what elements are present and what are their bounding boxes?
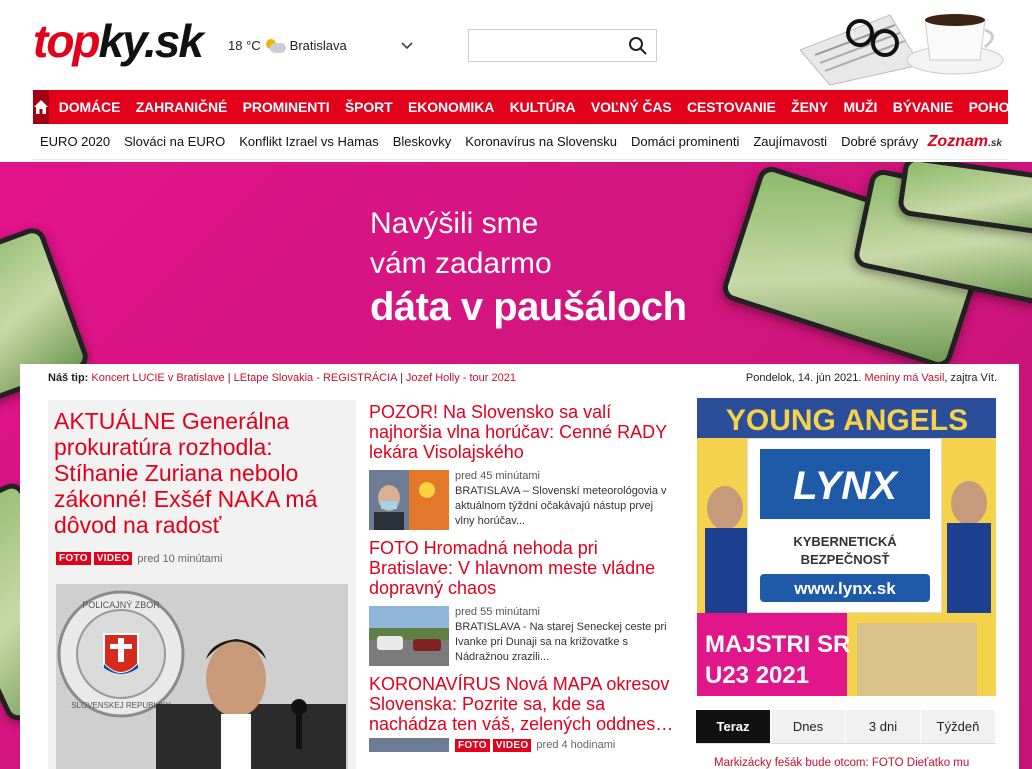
lead-article-photo[interactable]: POLICAJNÝ ZBOR SLOVENSKEJ REPUBLIKY bbox=[56, 584, 348, 769]
date-bar: Pondelok, 14. jún 2021. Meniny má Vasil,… bbox=[745, 372, 997, 384]
article-title[interactable]: POZOR! Na Slovensko sa valí najhoršia vl… bbox=[369, 402, 674, 462]
video-badge: VIDEO bbox=[492, 738, 532, 752]
content-area: Náš tip: Koncert LUCIE v Bratislave | LE… bbox=[20, 364, 1019, 769]
banner-text: Navýšili sme vám zadarmo dáta v paušáloc… bbox=[370, 207, 687, 329]
lynx-ad[interactable]: YOUNG ANGELS MAJSTRI SR U23 2021 LYNX KY… bbox=[697, 398, 996, 696]
most-read-tabs: Teraz Dnes 3 dni Týždeň bbox=[696, 710, 996, 744]
tips-bar: Náš tip: Koncert LUCIE v Bratislave | LE… bbox=[48, 372, 516, 384]
nav-item-cestovanie[interactable]: CESTOVANIE bbox=[679, 99, 783, 115]
nav-item-zeny[interactable]: ŽENY bbox=[783, 99, 835, 115]
home-button[interactable] bbox=[33, 90, 49, 124]
lead-article-title[interactable]: AKTUÁLNE Generálna prokuratúra rozhodla:… bbox=[54, 408, 352, 538]
topic-domaci-prominenti[interactable]: Domáci prominenti bbox=[624, 134, 746, 149]
topic-slovaci-na-euro[interactable]: Slováci na EURO bbox=[117, 134, 232, 149]
zoznam-logo[interactable]: Zoznam.sk bbox=[928, 133, 1002, 151]
tab-teraz[interactable]: Teraz bbox=[696, 710, 771, 743]
svg-text:U23 2021: U23 2021 bbox=[705, 662, 809, 689]
site-logo[interactable]: topky.sk bbox=[33, 14, 204, 68]
article-time: pred 4 hodinami bbox=[536, 739, 616, 751]
nav-item-kultura[interactable]: KULTÚRA bbox=[502, 99, 583, 115]
partly-cloudy-icon bbox=[264, 38, 286, 53]
search-icon[interactable] bbox=[628, 36, 648, 56]
article-perex: BRATISLAVA – Slovenskí meteorológovia v … bbox=[455, 485, 667, 527]
most-read-item[interactable]: Markizácky fešák bude otcom: FOTO Dieťat… bbox=[714, 757, 1002, 769]
article-thumbnail[interactable] bbox=[369, 606, 449, 666]
article-title[interactable]: KORONAVÍRUS Nová MAPA okresov Slovenska:… bbox=[369, 674, 674, 734]
tab-dnes[interactable]: Dnes bbox=[771, 710, 846, 743]
tip-link-letape[interactable]: LEtape Slovakia - REGISTRÁCIA bbox=[234, 372, 397, 384]
topic-koronavirus[interactable]: Koronavírus na Slovensku bbox=[458, 134, 624, 149]
nav-item-volny-cas[interactable]: VOĽNÝ ČAS bbox=[583, 99, 679, 115]
topic-konflikt[interactable]: Konflikt Izrael vs Hamas bbox=[232, 134, 385, 149]
svg-text:www.lynx.sk: www.lynx.sk bbox=[793, 579, 896, 598]
nav-item-sport[interactable]: ŠPORT bbox=[337, 99, 400, 115]
foto-badge: FOTO bbox=[56, 552, 91, 565]
topic-euro-2020[interactable]: EURO 2020 bbox=[33, 134, 117, 149]
nav-item-muzi[interactable]: MUŽI bbox=[836, 99, 885, 115]
article-title[interactable]: FOTO Hromadná nehoda pri Bratislave: V h… bbox=[369, 538, 674, 598]
article-list: POZOR! Na Slovensko sa valí najhoršia vl… bbox=[369, 402, 674, 760]
article-thumbnail[interactable] bbox=[369, 470, 449, 530]
svg-text:YOUNG ANGELS: YOUNG ANGELS bbox=[726, 404, 968, 437]
header: topky.sk 18 °C Bratislava bbox=[0, 0, 1032, 90]
foto-badge: FOTO bbox=[455, 738, 490, 752]
article-item[interactable]: POZOR! Na Slovensko sa valí najhoršia vl… bbox=[369, 402, 674, 530]
svg-text:LYNX: LYNX bbox=[793, 464, 899, 508]
article-thumbnail[interactable] bbox=[369, 738, 449, 752]
article-time: pred 55 minútami bbox=[455, 606, 540, 618]
home-icon bbox=[34, 100, 48, 114]
topic-nav: EURO 2020 Slováci na EURO Konflikt Izrae… bbox=[33, 124, 1008, 160]
tip-link-lucie[interactable]: Koncert LUCIE v Bratislave bbox=[91, 372, 224, 384]
svg-text:KYBERNETICKÁ: KYBERNETICKÁ bbox=[793, 534, 897, 549]
article-time: pred 45 minútami bbox=[455, 470, 540, 482]
video-badge: VIDEO bbox=[93, 552, 133, 565]
svg-text:MAJSTRI SR: MAJSTRI SR bbox=[705, 631, 850, 658]
chevron-down-icon[interactable] bbox=[400, 38, 414, 52]
article-item[interactable]: FOTO Hromadná nehoda pri Bratislave: V h… bbox=[369, 538, 674, 666]
tab-3-dni[interactable]: 3 dni bbox=[846, 710, 921, 743]
nav-item-zahranicne[interactable]: ZAHRANIČNÉ bbox=[128, 99, 235, 115]
main-nav: DOMÁCE ZAHRANIČNÉ PROMINENTI ŠPORT EKONO… bbox=[33, 90, 1030, 124]
lead-article-badges: FOTO VIDEO pred 10 minútami bbox=[56, 552, 222, 565]
topic-dobre-spravy[interactable]: Dobré správy bbox=[834, 134, 925, 149]
search-box bbox=[468, 29, 657, 62]
svg-text:BEZPEČNOSŤ: BEZPEČNOSŤ bbox=[801, 552, 890, 567]
nav-item-prominenti[interactable]: PROMINENTI bbox=[235, 99, 337, 115]
topic-bleskovky[interactable]: Bleskovky bbox=[386, 134, 459, 149]
nav-item-byvanie[interactable]: BÝVANIE bbox=[885, 99, 961, 115]
weather-temp: 18 °C bbox=[228, 38, 261, 53]
article-item[interactable]: KORONAVÍRUS Nová MAPA okresov Slovenska:… bbox=[369, 674, 674, 752]
tab-tyzden[interactable]: Týždeň bbox=[921, 710, 996, 743]
search-input[interactable] bbox=[469, 30, 619, 61]
article-perex: BRATISLAVA - Na starej Seneckej ceste pr… bbox=[455, 621, 667, 663]
svg-text:POLICAJNÝ ZBOR: POLICAJNÝ ZBOR bbox=[82, 600, 160, 610]
nav-item-ekonomika[interactable]: EKONOMIKA bbox=[400, 99, 502, 115]
newspaper-coffee-illustration bbox=[800, 14, 1004, 85]
lynx-logo-box: LYNX KYBERNETICKÁ BEZPEČNOSŤ www.lynx.sk bbox=[747, 438, 942, 613]
nameday-link[interactable]: Meniny má Vasil bbox=[865, 372, 945, 384]
lead-article-time: pred 10 minútami bbox=[137, 552, 223, 565]
topic-zaujimavosti[interactable]: Zaujímavosti bbox=[746, 134, 834, 149]
nav-item-domace[interactable]: DOMÁCE bbox=[51, 99, 128, 115]
police-press-photo: POLICAJNÝ ZBOR SLOVENSKEJ REPUBLIKY bbox=[56, 584, 348, 769]
lead-article[interactable]: AKTUÁLNE Generálna prokuratúra rozhodla:… bbox=[48, 400, 356, 769]
weather-city: Bratislava bbox=[289, 38, 347, 53]
tip-link-holly[interactable]: Jozef Holly - tour 2021 bbox=[406, 372, 516, 384]
nav-item-pohodo[interactable]: POHODO bbox=[961, 99, 1032, 115]
weather-widget[interactable]: 18 °C Bratislava bbox=[228, 38, 347, 53]
